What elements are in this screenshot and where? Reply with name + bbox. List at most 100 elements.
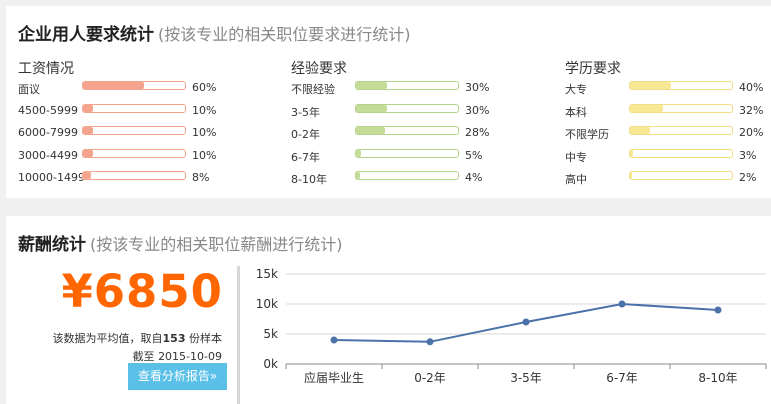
stat-row: 本科 32% [565, 101, 771, 124]
stat-bar [355, 81, 459, 90]
y-tick-label: 5k [263, 327, 278, 341]
stat-bar-fill [356, 172, 361, 179]
stat-bar-fill [83, 172, 92, 179]
stat-percent: 30% [465, 103, 490, 117]
stat-bar-fill [83, 104, 94, 112]
stat-label: 10000-14999 [18, 171, 84, 184]
salary-title: 薪酬统计 [18, 235, 86, 255]
stat-percent: 10% [192, 148, 217, 162]
stat-row: 10000-14999 8% [18, 168, 258, 191]
x-tick-label: 0-2年 [414, 371, 446, 385]
salary-note-prefix: 该数据为平均值，取自 [52, 332, 163, 345]
stat-bar [629, 148, 733, 158]
stat-bar-fill [356, 127, 385, 134]
salary-line-chart: 0k 5k 10k 15k 应届毕业生 0-2年 3-5年 6-7年 8-10年 [256, 267, 767, 385]
stat-bar [629, 126, 733, 135]
salary-amount: ¥6850 [61, 265, 223, 318]
x-tick-label: 8-10年 [698, 371, 737, 385]
y-tick-label: 10k [256, 297, 278, 311]
stat-percent: 30% [465, 81, 490, 94]
stat-row: 高中 2% [565, 168, 771, 191]
salary-panel: 薪酬统计 (按该专业的相关职位薪酬进行统计) ¥6850 该数据为平均值，取自15… [6, 216, 771, 404]
column-heading: 学历要求 [565, 61, 621, 77]
stat-bar-fill [83, 149, 94, 157]
stat-row: 8-10年 4% [291, 168, 531, 191]
stat-percent: 2% [739, 171, 757, 184]
stat-bar-fill [630, 149, 634, 157]
salary-note-suffix: 份样本 [189, 332, 222, 345]
stat-label: 不限经验 [291, 83, 335, 96]
stat-percent: 40% [739, 81, 764, 94]
salary-date-prefix: 截至 [132, 350, 155, 363]
salary-note: 该数据为平均值，取自153 份样本 [53, 330, 222, 346]
stat-label: 本科 [565, 105, 587, 119]
stat-row: 6-7年 5% [291, 146, 531, 169]
x-tick-label: 3-5年 [510, 371, 542, 385]
stat-bar [82, 171, 186, 180]
stat-bar-fill [630, 104, 663, 112]
stat-bar-fill [630, 127, 651, 134]
stat-percent: 5% [465, 148, 483, 162]
stat-bar-fill [630, 172, 633, 179]
stat-bar [629, 171, 733, 180]
stat-label: 0-2年 [291, 128, 320, 141]
stat-row: 3-5年 30% [291, 101, 531, 124]
stat-percent: 60% [192, 81, 217, 94]
x-tick-label: 6-7年 [606, 371, 638, 385]
requirements-title: 企业用人要求统计 [18, 25, 154, 45]
stat-row: 面议 60% [18, 78, 258, 101]
stat-bar-fill [356, 149, 362, 157]
stat-bar [355, 171, 459, 180]
stat-label: 6000-7999 [18, 126, 78, 139]
requirement-column: 工资情况 面议 60% 4500-5999 10% 6000-7999 10% 3000-44… [18, 58, 258, 191]
stat-label: 面议 [18, 83, 40, 96]
stat-bar [82, 126, 186, 135]
stat-bar [355, 126, 459, 135]
stat-bar [82, 103, 186, 113]
salary-subtitle: (按该专业的相关职位薪酬进行统计) [90, 235, 343, 254]
stat-row: 中专 3% [565, 146, 771, 169]
stat-label: 大专 [565, 83, 587, 96]
salary-title-row: 薪酬统计 (按该专业的相关职位薪酬进行统计) [18, 230, 343, 255]
requirements-panel: 企业用人要求统计 (按该专业的相关职位要求进行统计) 工资情况面议 60% 4500-… [6, 6, 771, 198]
requirements-title-row: 企业用人要求统计 (按该专业的相关职位要求进行统计) [18, 20, 411, 45]
stat-bar-fill [83, 127, 94, 134]
view-report-button[interactable]: 查看分析报告» [128, 363, 227, 390]
stat-bar [82, 148, 186, 158]
stat-label: 4500-5999 [18, 103, 78, 117]
sample-count: 153 [162, 332, 186, 345]
stat-row: 不限学历 20% [565, 123, 771, 146]
requirement-column: 经验要求 不限经验 30% 3-5年 30% 0-2年 28% 6-7年 5% 8-10年 4% [291, 58, 531, 191]
stat-label: 3-5年 [291, 105, 320, 119]
stat-percent: 8% [192, 171, 210, 184]
stat-bar-fill [356, 82, 387, 89]
stat-bar-fill [356, 104, 387, 112]
stat-row: 3000-4499 10% [18, 146, 258, 169]
stat-row: 不限经验 30% [291, 78, 531, 101]
stat-percent: 4% [465, 171, 483, 184]
stat-percent: 32% [739, 103, 764, 117]
data-point [522, 318, 530, 326]
requirements-subtitle: (按该专业的相关职位要求进行统计) [158, 25, 411, 44]
stat-percent: 28% [465, 126, 490, 139]
column-heading: 工资情况 [18, 61, 74, 77]
stat-bar-fill [630, 82, 671, 89]
stat-bar-fill [83, 82, 145, 89]
requirement-column: 学历要求大专 40% 本科 32% 不限学历 20% 中专 3% 高中 2% [565, 58, 771, 191]
stat-label: 不限学历 [565, 128, 609, 141]
stat-bar [82, 81, 186, 90]
x-tick-label: 应届毕业生 [304, 370, 364, 385]
stat-label: 6-7年 [291, 150, 320, 164]
data-point [426, 338, 434, 346]
stat-label: 3000-4499 [18, 148, 78, 162]
stat-percent: 3% [739, 148, 757, 162]
salary-date: 截至 2015-10-09 [133, 348, 222, 364]
stat-percent: 20% [739, 126, 764, 139]
y-tick-label: 15k [256, 267, 278, 281]
stat-label: 8-10年 [291, 173, 327, 186]
salary-date-value: 2015-10-09 [158, 350, 222, 363]
stat-bar [629, 103, 733, 113]
stat-bar [629, 81, 733, 90]
stat-label: 高中 [565, 173, 587, 186]
data-point [714, 306, 722, 314]
